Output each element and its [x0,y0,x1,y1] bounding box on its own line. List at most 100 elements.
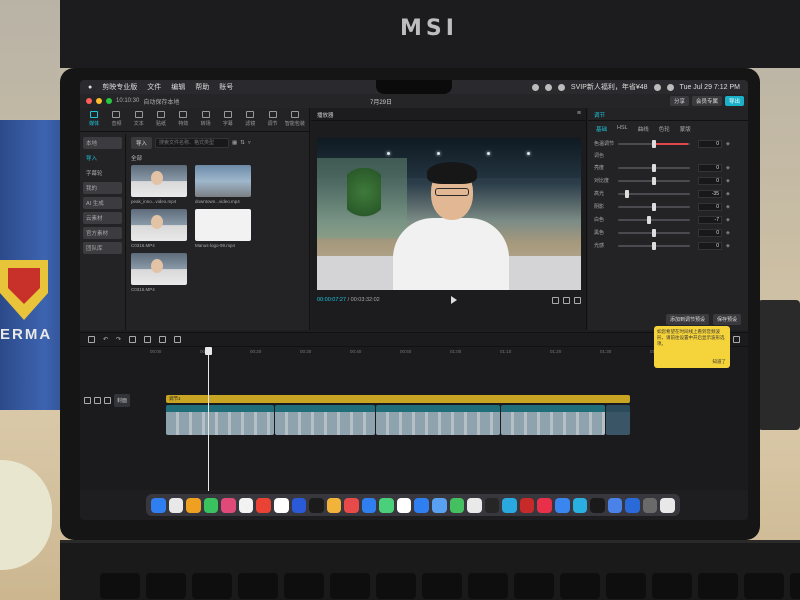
media-search-input[interactable] [155,138,230,148]
status-icon[interactable] [531,83,539,91]
tool-media[interactable]: 媒体 [84,111,104,131]
tool-captions[interactable]: 字幕 [218,111,238,131]
export-button[interactable]: 导出 [724,96,744,106]
adjust-value[interactable]: 0 [698,241,722,250]
adjust-slider[interactable] [618,176,690,185]
zoom-in-icon[interactable] [733,336,740,343]
dock-app-icon[interactable] [607,497,623,513]
dock-app-icon[interactable] [572,497,588,513]
menu-help[interactable]: 帮助 [195,82,209,92]
stepper-icon[interactable]: ◆ [726,230,730,236]
dock-app-icon[interactable] [519,497,535,513]
slider-knob[interactable] [652,228,656,237]
wifi-icon[interactable] [653,83,661,91]
dock-app-icon[interactable] [396,497,412,513]
adjust-value[interactable]: 0 [698,176,722,185]
vip-button[interactable]: 会员专属 [691,96,722,106]
dock-app-icon[interactable] [221,497,236,513]
stepper-icon[interactable]: ◆ [726,243,730,249]
video-preview[interactable] [317,138,581,290]
close-window-icon[interactable] [86,98,92,104]
ratio-icon[interactable] [563,296,570,304]
tool-sticker[interactable]: 贴纸 [151,111,171,131]
adjustment-clip[interactable]: 调节1 [166,395,630,403]
adjust-slider[interactable] [618,215,690,224]
dock-app-icon[interactable] [537,497,552,513]
menu-account[interactable]: 账号 [219,82,233,92]
category-cloud[interactable]: 云素材 [83,212,122,224]
scale-icon[interactable] [552,296,559,304]
redo-icon[interactable]: ↷ [116,336,121,343]
eye-icon[interactable] [94,396,101,404]
category-local[interactable]: 本地 [83,137,122,149]
dock-app-icon[interactable] [484,497,500,513]
adjust-value[interactable]: -35 [698,189,722,198]
media-clip[interactable]: peak_inno...video.mp4 [131,165,187,204]
tool-transition[interactable]: 转场 [195,111,215,131]
view-toggle-icon[interactable]: ▦ [232,140,237,146]
stepper-icon[interactable]: ◆ [726,165,730,171]
tool-smart-package[interactable]: 智能包装 [285,111,305,131]
dock-app-icon[interactable] [256,497,271,513]
timeline-clip[interactable]: Manus [606,405,630,435]
tab-mask[interactable]: 蒙版 [680,125,691,133]
import-button[interactable]: 导入 [131,137,153,149]
tool-filters[interactable]: 滤镜 [240,111,260,131]
dock-app-icon[interactable] [642,497,658,513]
tab-hsl[interactable]: HSL [617,125,628,133]
adjust-slider[interactable] [618,202,690,211]
play-icon[interactable] [451,296,457,304]
status-icon[interactable] [544,83,552,91]
stepper-icon[interactable]: ◆ [726,178,730,184]
dock-app-icon[interactable] [273,497,289,513]
slider-knob[interactable] [625,189,629,198]
dock-app-icon[interactable] [414,497,429,513]
tool-text[interactable]: 文本 [129,111,149,131]
tab-curves[interactable]: 曲线 [638,125,649,133]
filter-icon[interactable]: ▿ [248,140,251,146]
dock-app-icon[interactable] [379,497,394,513]
playhead[interactable] [205,347,212,491]
fullscreen-icon[interactable] [574,296,581,304]
slider-knob[interactable] [652,241,656,250]
category-import[interactable]: 导入 [83,152,122,164]
split-icon[interactable] [129,336,137,343]
dock-app-icon[interactable] [344,497,359,513]
dock-app-icon[interactable] [590,497,605,513]
delete-icon[interactable] [174,336,182,343]
tool-audio[interactable]: 音频 [106,111,126,131]
tab-color-wheel[interactable]: 色轮 [659,125,670,133]
category-official[interactable]: 官方素材 [83,227,122,239]
slider-knob[interactable] [652,163,656,172]
category-team[interactable]: 团队库 [83,242,122,254]
stepper-icon[interactable]: ◆ [726,204,730,210]
adjust-slider[interactable] [618,189,690,198]
dock-app-icon[interactable] [467,497,482,513]
select-tool-icon[interactable] [88,336,95,343]
dock-app-icon[interactable] [502,497,517,513]
stepper-icon[interactable]: ◆ [726,217,730,223]
dock-app-icon[interactable] [168,497,184,513]
media-clip[interactable]: C0316.MP4 [131,209,187,248]
tip-dismiss-button[interactable]: 知道了 [713,359,727,365]
menu-edit[interactable]: 编辑 [171,82,185,92]
media-clip[interactable]: downtown...video.mp4 [195,165,251,204]
temperature-value[interactable]: 0 [698,139,722,148]
menubar-clock[interactable]: Tue Jul 29 7:12 PM [680,84,740,91]
timeline-clip[interactable]: C0315.MP4 00:00:20:03 [275,405,375,435]
save-preset-button[interactable]: 保存预设 [713,314,742,325]
slider-knob[interactable] [652,176,656,185]
dock-app-icon[interactable] [326,497,342,513]
adjust-value[interactable]: -7 [698,215,722,224]
audio-icon[interactable] [104,396,111,404]
minimize-window-icon[interactable] [96,98,102,104]
dock-app-icon[interactable] [432,497,447,513]
share-button[interactable]: 分享 [669,96,689,106]
apple-icon[interactable]: ● [88,84,92,91]
dock-app-icon[interactable] [291,497,307,513]
svip-promo[interactable]: SVIP新人福利，年省¥48 [571,82,648,92]
sort-icon[interactable]: ⇅ [240,140,245,146]
media-clip[interactable]: C0315.MP4 [131,253,187,292]
dock-app-icon[interactable] [186,497,201,513]
adjust-slider[interactable] [618,228,690,237]
